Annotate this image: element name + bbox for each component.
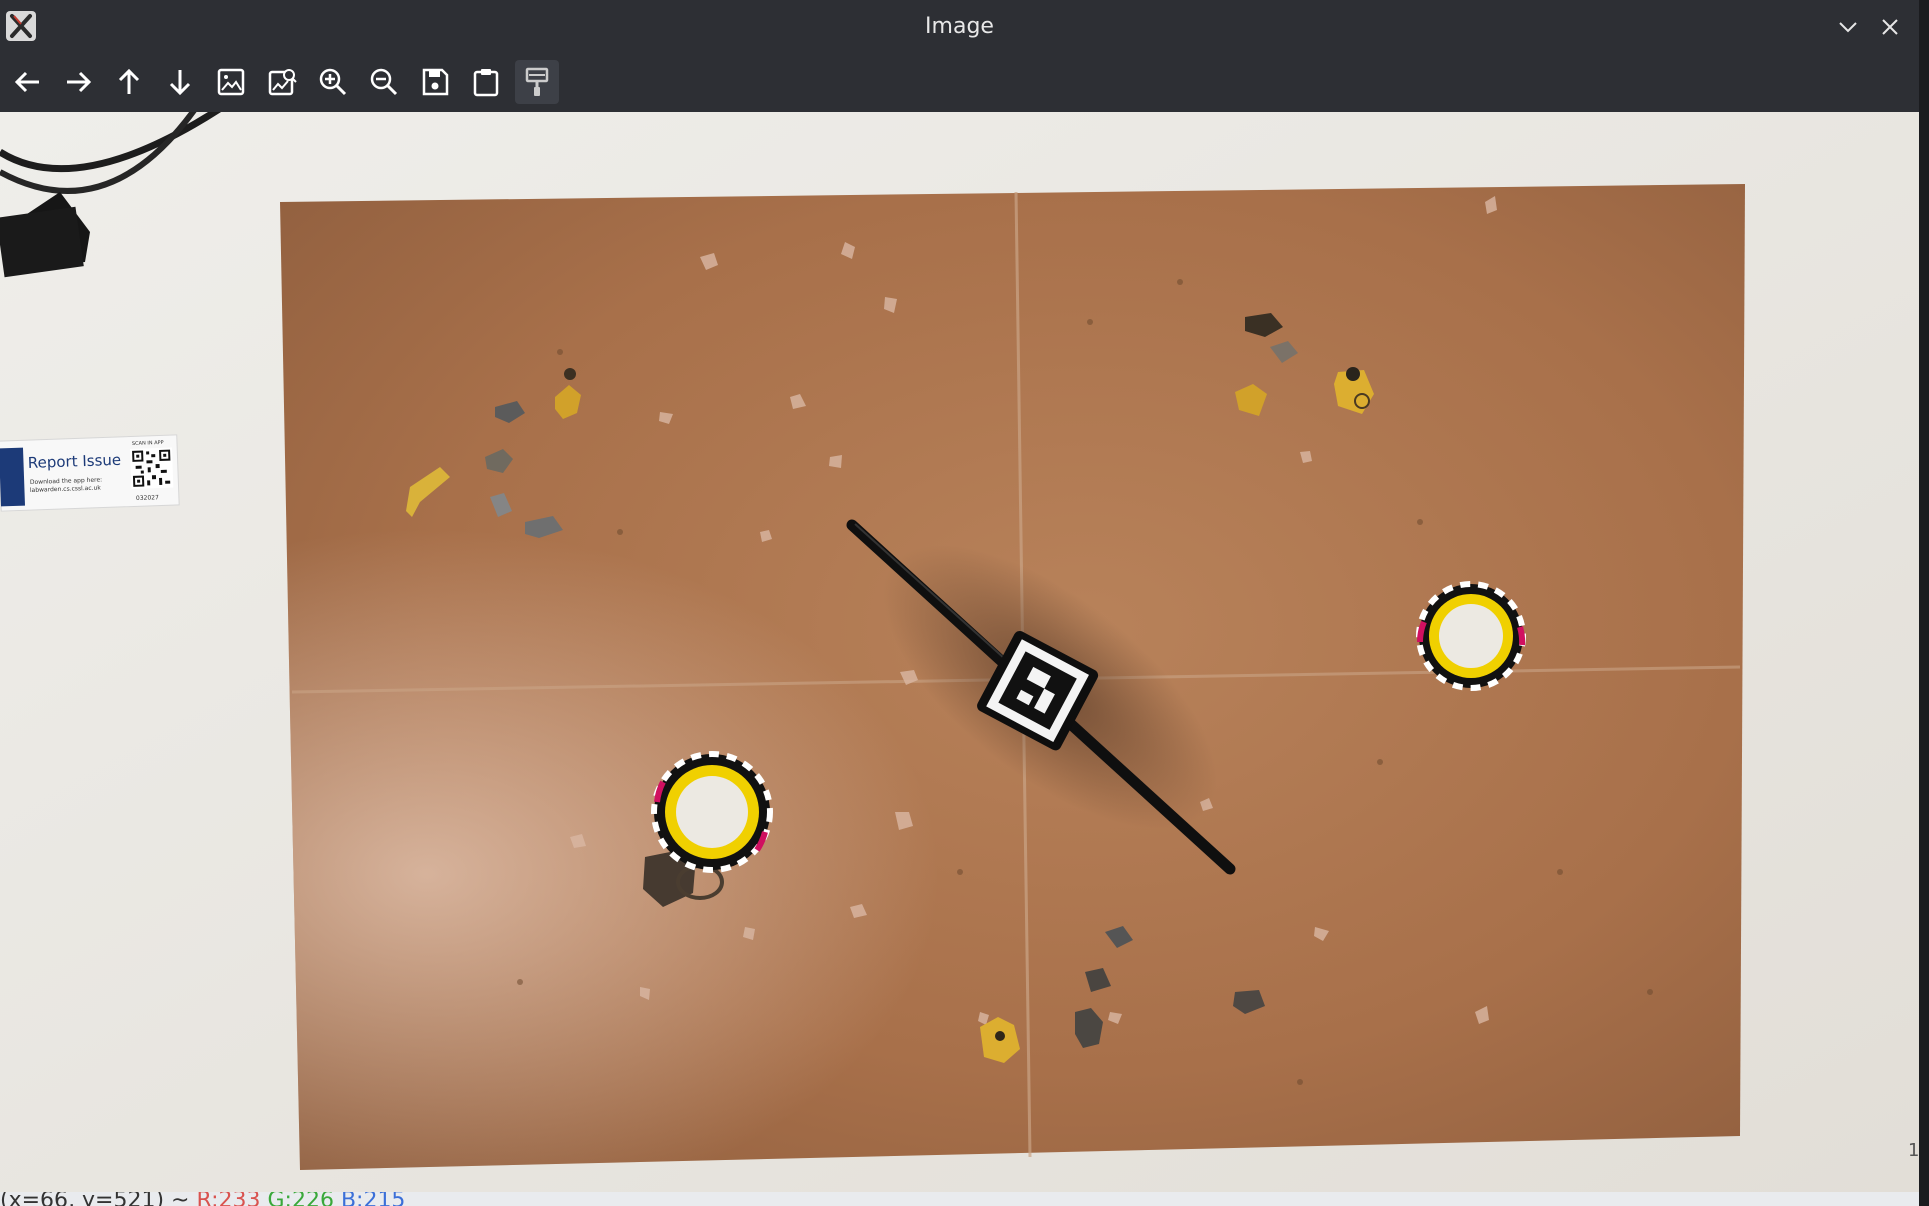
image-zoom-icon — [268, 69, 297, 96]
arrow-up-icon — [118, 68, 140, 94]
cursor-coordinates: (x=66, y=521) ~ — [0, 1192, 197, 1206]
edge-mark: 1 — [1908, 1140, 1919, 1161]
window-title: Image — [925, 14, 994, 39]
report-issue-sticker: Report Issue Download the app here: labw… — [0, 434, 180, 512]
copy-clipboard-button[interactable] — [464, 60, 508, 104]
image-canvas[interactable]: Report Issue Download the app here: labw… — [0, 112, 1919, 1192]
paint-brush-icon — [525, 67, 549, 96]
displayed-photo: Report Issue Download the app here: labw… — [0, 112, 1919, 1192]
zoom-in-button[interactable] — [311, 60, 355, 104]
qr-code — [130, 447, 174, 489]
pan-left-button[interactable] — [6, 60, 50, 104]
arrow-left-icon — [14, 71, 39, 93]
desktop-edge — [1919, 0, 1929, 1206]
save-button[interactable] — [413, 60, 457, 104]
arrow-right-icon — [67, 71, 92, 93]
toolbar — [0, 54, 1919, 112]
sticker-header: SCAN IN APP — [132, 440, 164, 447]
chevron-down-icon — [1839, 22, 1857, 33]
properties-button[interactable] — [515, 60, 559, 104]
fit-image-button[interactable] — [209, 60, 253, 104]
close-icon — [1882, 19, 1898, 35]
pixel-green-value: G:226 — [267, 1192, 334, 1206]
save-icon — [422, 68, 449, 96]
original-size-button[interactable] — [260, 60, 304, 104]
arrow-down-icon — [169, 70, 191, 96]
sticker-title: Report Issue — [28, 451, 122, 472]
zoom-out-button[interactable] — [362, 60, 406, 104]
zoom-in-icon — [319, 68, 347, 96]
zoom-out-icon — [370, 68, 398, 96]
clipboard-icon — [473, 69, 499, 97]
pixel-red-value: R:233 — [196, 1192, 261, 1206]
status-bar: (x=66, y=521) ~ R:233 G:226 B:215 — [0, 1192, 1919, 1206]
objective-marker-left — [651, 751, 773, 873]
close-button[interactable] — [1875, 12, 1905, 42]
pixel-blue-value: B:215 — [340, 1192, 406, 1206]
sticker-code: 032027 — [136, 494, 159, 502]
image-viewer-window: Image Report Issue Download the app here… — [0, 0, 1919, 1206]
image-icon — [217, 68, 245, 96]
objective-marker-right — [1416, 581, 1526, 691]
pan-up-button[interactable] — [107, 60, 151, 104]
minimize-button[interactable] — [1833, 12, 1863, 42]
pan-down-button[interactable] — [158, 60, 202, 104]
title-bar[interactable]: Image — [0, 0, 1919, 54]
pan-right-button[interactable] — [56, 60, 100, 104]
